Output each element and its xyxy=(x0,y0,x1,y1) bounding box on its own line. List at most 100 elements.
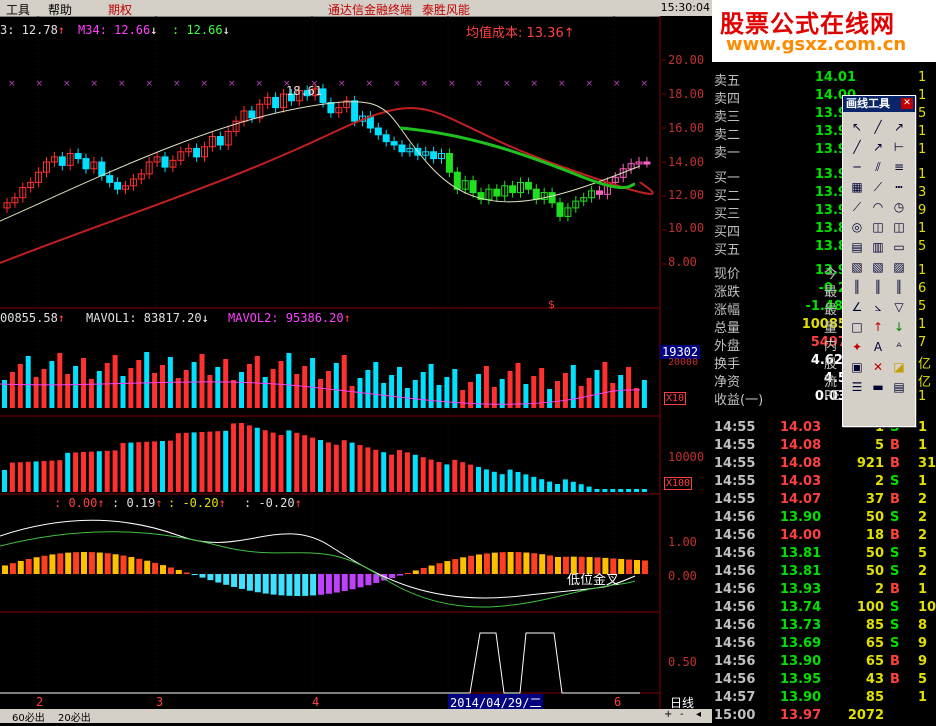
signal-y-tick: 0.50 xyxy=(668,655,697,669)
hline-icon[interactable]: ⊢ xyxy=(889,138,909,156)
close-icon[interactable]: ✕ xyxy=(901,98,913,109)
signal-step-line xyxy=(0,632,640,694)
macd-bar xyxy=(523,552,530,574)
ruler-icon[interactable]: ▬ xyxy=(868,378,888,396)
avg-cost: 均值成本: 13.36↑ xyxy=(466,26,575,41)
mark-icon[interactable]: ✦ xyxy=(847,338,867,356)
candle-body xyxy=(509,185,517,194)
rect-icon[interactable]: ▭ xyxy=(889,238,909,256)
segment-icon[interactable]: ╱ xyxy=(847,138,867,156)
fan2-icon[interactable]: ▧ xyxy=(868,258,888,276)
parallel-icon[interactable]: ⫽ xyxy=(868,158,888,176)
tab-60[interactable]: 60必出 xyxy=(12,709,45,724)
volume-bar-2 xyxy=(491,471,497,492)
stat-label: 涨跌 xyxy=(714,285,741,300)
stat-right-label: 最 xyxy=(824,303,838,318)
fan-icon[interactable]: ▧ xyxy=(847,258,867,276)
macd-v1: : 0.00↑ xyxy=(54,496,105,510)
arc-icon[interactable]: ◠ xyxy=(868,198,888,216)
macd-bar xyxy=(17,560,24,574)
color-icon[interactable]: ◪ xyxy=(889,358,909,376)
delete-icon[interactable]: ✕ xyxy=(868,358,888,376)
circle-icon[interactable]: ◎ xyxy=(847,218,867,236)
fan3-icon[interactable]: ▨ xyxy=(889,258,909,276)
text-icon[interactable]: A xyxy=(868,338,888,356)
macd-bar xyxy=(468,555,475,574)
zoom-in-button[interactable]: + xyxy=(664,709,672,720)
text2-icon[interactable]: ᴬ xyxy=(889,338,909,356)
macd-bar xyxy=(199,574,206,578)
trade-side: S xyxy=(890,510,900,525)
trend-icon[interactable]: ⟋ xyxy=(868,178,888,196)
clock-icon[interactable]: ◷ xyxy=(889,198,909,216)
volume-bar xyxy=(112,355,118,408)
arrow-line-icon[interactable]: ↗ xyxy=(868,138,888,156)
candle-body xyxy=(596,190,603,195)
triangle-icon[interactable]: ▽ xyxy=(889,298,909,316)
volume-bar-2 xyxy=(428,459,434,492)
slash-icon[interactable]: ⟋ xyxy=(847,198,867,216)
line-icon[interactable]: ╱ xyxy=(868,118,888,136)
channel-icon[interactable]: ≡ xyxy=(889,158,909,176)
square-icon[interactable]: □ xyxy=(847,318,867,336)
period2-icon[interactable]: ║ xyxy=(868,278,888,296)
macd-bar xyxy=(302,574,309,596)
trade-volume: 100 xyxy=(856,600,884,615)
macd-bar xyxy=(491,552,498,574)
down-arrow-icon[interactable]: ↓ xyxy=(889,318,909,336)
block-icon[interactable]: ▣ xyxy=(847,358,867,376)
ga-icon[interactable]: ◫ xyxy=(889,218,909,236)
macd-bar xyxy=(25,559,32,574)
up-arrow-icon[interactable]: ↑ xyxy=(868,318,888,336)
gann-icon[interactable]: ▤ xyxy=(847,238,867,256)
marker-x: × xyxy=(36,79,44,89)
speed-icon[interactable]: ⦣ xyxy=(868,298,888,316)
bars-icon[interactable]: ▥ xyxy=(868,238,888,256)
trade-side: S xyxy=(890,564,900,579)
volume-bar xyxy=(33,377,39,408)
macd-bar xyxy=(389,574,396,579)
trade-row: 14:56 13.93 2 B 1 xyxy=(712,582,936,600)
tab-20[interactable]: 20必出 xyxy=(58,709,91,724)
sell-row[interactable]: 卖五 14.01 1 xyxy=(712,70,936,89)
zoom-out-button[interactable]: - xyxy=(680,709,684,720)
volume-bar-2 xyxy=(634,489,639,492)
buy-count: 5 xyxy=(918,239,927,254)
macd-bar xyxy=(436,563,443,574)
sell-count: 1 xyxy=(918,124,927,139)
hsegment-icon[interactable]: ─ xyxy=(847,158,867,176)
pointer-icon[interactable]: ↖ xyxy=(847,118,867,136)
tool-window-titlebar[interactable]: 画线工具 ✕ xyxy=(843,96,915,112)
prev-button[interactable]: ◂ xyxy=(696,709,701,720)
period-icon[interactable]: ║ xyxy=(847,278,867,296)
chart-area[interactable]: × × × × × × × × × × × × × × × × × × × × × × × × $ xyxy=(0,16,712,709)
macd-y-tick-0: 0.00 xyxy=(668,569,697,583)
stat-count: 1 xyxy=(918,263,927,278)
volume-bar-2 xyxy=(17,462,23,492)
trade-time: 14:55 xyxy=(714,456,756,471)
list-icon[interactable]: ☰ xyxy=(847,378,867,396)
marker-x: × xyxy=(448,79,456,89)
angle-icon[interactable]: ∠ xyxy=(847,298,867,316)
gp-icon[interactable]: ◫ xyxy=(868,218,888,236)
candle-body xyxy=(248,110,256,119)
buy-count: 9 xyxy=(918,203,927,218)
macd-bar xyxy=(223,574,230,585)
macd-bar xyxy=(152,562,159,574)
drawing-tools-window[interactable]: 画线工具 ✕ ↖ ╱ ↗ ╱ ↗ ⊢ ─ ⫽ ≡ ▦ ⟋ ┅ ⟋ ◠ ◷ ◎ ◫ ◫ ▤ ▥ ▭ ▧ ▧ ▨ ║… xyxy=(842,95,916,427)
volume-bar-2 xyxy=(104,450,110,492)
volume-bar-2 xyxy=(547,481,553,492)
ray-icon[interactable]: ↗ xyxy=(889,118,909,136)
period3-icon[interactable]: ║ xyxy=(889,278,909,296)
dashed-icon[interactable]: ┅ xyxy=(889,178,909,196)
volume-bar-2 xyxy=(33,461,39,492)
picture-icon[interactable]: ▤ xyxy=(889,378,909,396)
fib-icon[interactable]: ▦ xyxy=(847,178,867,196)
trade-count: 1 xyxy=(918,438,928,453)
volume-bar-2 xyxy=(302,435,308,492)
buy-count: 1 xyxy=(918,167,927,182)
volume-bar-2 xyxy=(618,489,624,492)
marker-x: × xyxy=(586,79,594,89)
watermark-banner: 股票公式在线网 www.gsxz.com.cn xyxy=(712,0,936,62)
stat-right-label: 最 xyxy=(824,285,838,300)
